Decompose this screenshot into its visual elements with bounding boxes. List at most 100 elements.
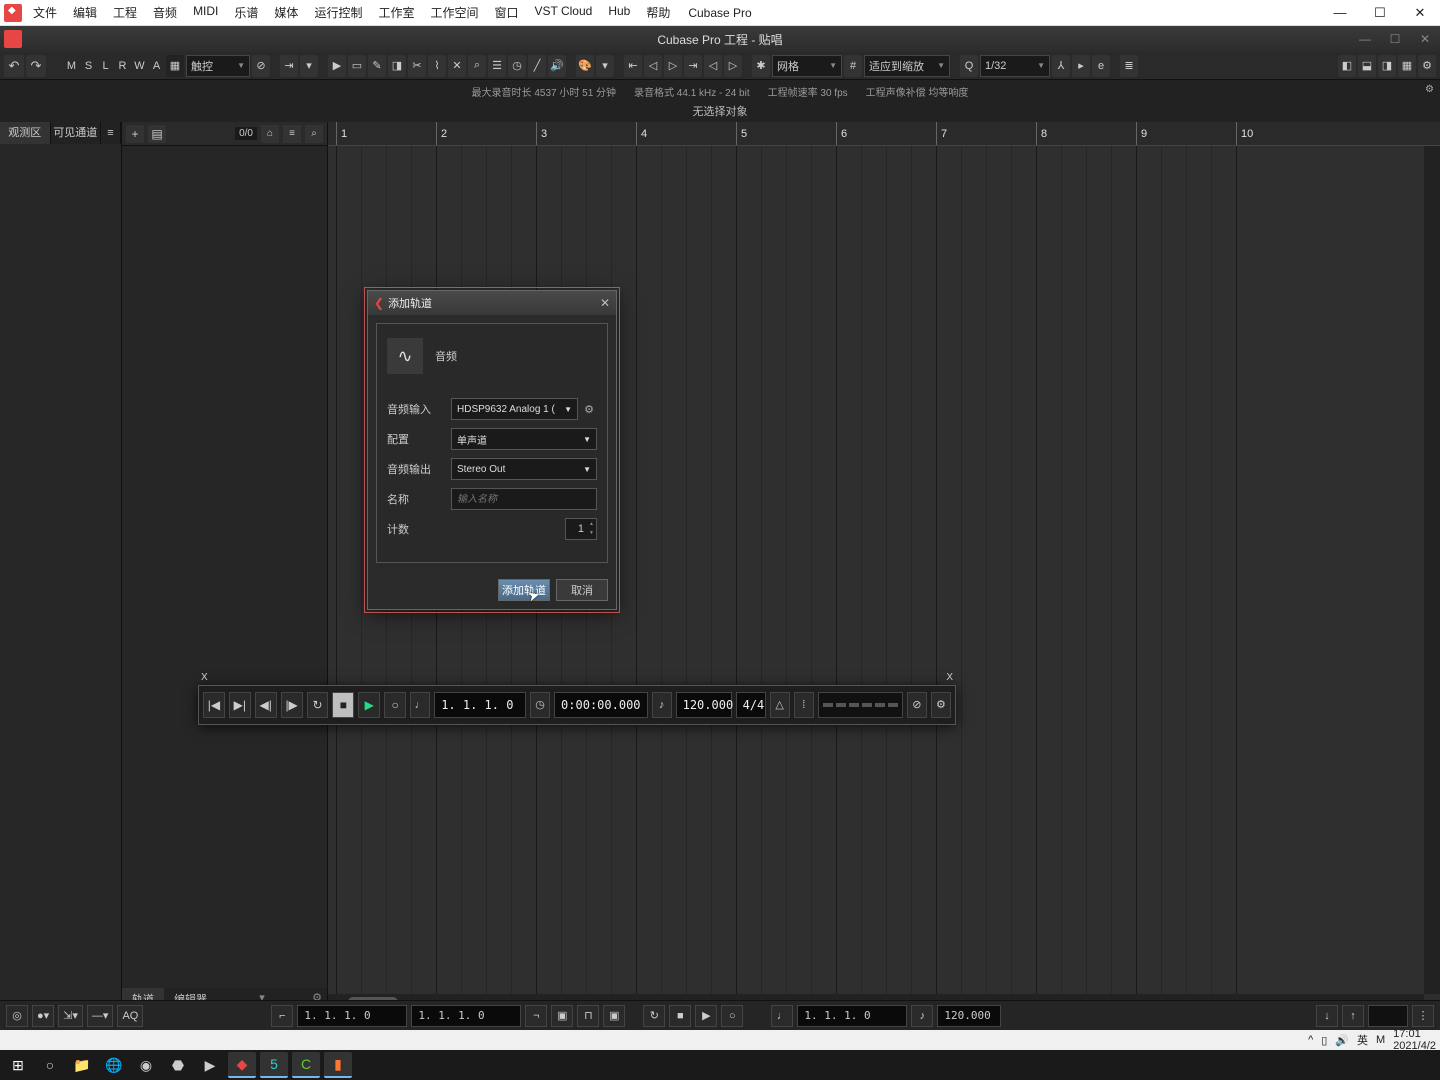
menu-media[interactable]: 媒体 (267, 0, 305, 25)
menu-edit[interactable]: 编辑 (66, 0, 104, 25)
count-spinner[interactable]: 1 (565, 518, 597, 540)
lower-zone-icon[interactable]: ⬓ (1358, 55, 1376, 77)
right-zone-icon[interactable]: ◨ (1378, 55, 1396, 77)
menu-project[interactable]: 工程 (106, 0, 144, 25)
range-tool-icon[interactable]: ▭ (348, 55, 366, 77)
menu-workspace[interactable]: 工作空间 (423, 0, 485, 25)
track-list-icon[interactable]: ≡ (283, 125, 301, 143)
snap-type-select[interactable]: 网格▼ (772, 55, 842, 77)
stop-button[interactable]: ■ (332, 692, 354, 718)
tab-inspector[interactable]: 观测区 (0, 122, 51, 144)
rewind-button[interactable]: |◀ (203, 692, 225, 718)
constrain-icon[interactable]: ◎ (6, 1005, 28, 1027)
tray-brand[interactable]: M (1376, 1034, 1385, 1046)
menu-midi[interactable]: MIDI (186, 0, 225, 25)
glue-tool-icon[interactable]: ⌇ (428, 55, 446, 77)
grid-adapt-select[interactable]: 适应到缩放▼ (864, 55, 950, 77)
precount-icon[interactable]: ⁞ (794, 692, 814, 718)
comp-tool-icon[interactable]: ☰ (488, 55, 506, 77)
bb-setup-icon[interactable]: ⋮ (1412, 1005, 1434, 1027)
record-mode-icon[interactable]: ●▾ (32, 1005, 54, 1027)
sub-maximize-button[interactable]: ☐ (1380, 32, 1410, 46)
minimize-button[interactable]: — (1320, 0, 1360, 26)
nudge-right-icon[interactable]: ⇥ (684, 55, 702, 77)
iterative-q-icon[interactable]: ⅄ (1052, 55, 1070, 77)
dialog-close-icon[interactable]: ✕ (600, 296, 610, 310)
tray-ime[interactable]: 英 (1357, 1032, 1368, 1048)
q-settings-icon[interactable]: e (1092, 55, 1110, 77)
layout-icon[interactable]: ▦ (1398, 55, 1416, 77)
appc-icon[interactable]: C (292, 1052, 320, 1078)
color-tool-icon[interactable]: 🎨 (576, 55, 594, 77)
config-select[interactable]: 单声道▼ (451, 428, 597, 450)
right-loc-flag-icon[interactable]: ¬ (525, 1005, 547, 1027)
auto-scroll-icon[interactable]: ⇥ (280, 55, 298, 77)
listen-button[interactable]: L (98, 56, 113, 76)
auto-suspend-button[interactable]: A (149, 56, 164, 76)
aq-button[interactable]: AQ (117, 1005, 143, 1027)
auto-scroll-menu-icon[interactable]: ▾ (300, 55, 318, 77)
click-icon[interactable]: △ (770, 692, 790, 718)
tempo-track-icon[interactable]: ♪ (652, 692, 672, 718)
step-fwd-button[interactable]: |▶ (281, 692, 303, 718)
obs-icon[interactable]: ⬣ (164, 1052, 192, 1078)
record-button[interactable]: ○ (384, 692, 406, 718)
menu-transport[interactable]: 运行控制 (307, 0, 369, 25)
timewarp-tool-icon[interactable]: ◷ (508, 55, 526, 77)
nudge-start-left-icon[interactable]: ◁ (644, 55, 662, 77)
left-loc-flag-icon[interactable]: ⌐ (271, 1005, 293, 1027)
track-agent-icon[interactable]: ⌂ (261, 125, 279, 143)
quantize-select[interactable]: 1/32▼ (980, 55, 1050, 77)
player-icon[interactable]: ▶ (196, 1052, 224, 1078)
color-menu-icon[interactable]: ▾ (596, 55, 614, 77)
write-auto-button[interactable]: W (132, 56, 147, 76)
bb-record-button[interactable]: ○ (721, 1005, 743, 1027)
format-toggle-1[interactable]: ♩ (410, 692, 430, 718)
midi-retro-icon[interactable]: ⇲▾ (58, 1005, 83, 1027)
q-panel-icon[interactable]: ▸ (1072, 55, 1090, 77)
left-zone-icon[interactable]: ◧ (1338, 55, 1356, 77)
transport-panel[interactable]: X X |◀ ▶| ◀| |▶ ↻ ■ ▶ ○ ♩ 1. 1. 1. 0 ◷ 0… (198, 685, 956, 725)
position-time-display[interactable]: 0:00:00.000 (554, 692, 647, 718)
ruler[interactable]: 1 2 3 4 5 6 7 8 9 10 (328, 122, 1440, 146)
find-track-icon[interactable]: ⌕ (305, 125, 323, 143)
tray-screen-icon[interactable]: ▯ (1321, 1034, 1327, 1047)
sub-close-button[interactable]: ✕ (1410, 32, 1440, 46)
tray-up-icon[interactable]: ^ (1308, 1034, 1313, 1046)
transport-close-left[interactable]: X (201, 672, 208, 683)
nudge-start-right-icon[interactable]: ▷ (664, 55, 682, 77)
explorer-icon[interactable]: 📁 (68, 1052, 96, 1078)
chrome-icon[interactable]: ◉ (132, 1052, 160, 1078)
punch-out-icon[interactable]: ▣ (603, 1005, 625, 1027)
left-locator-display[interactable]: 1. 1. 1. 0 (297, 1005, 407, 1027)
edge-icon[interactable]: 🌐 (100, 1052, 128, 1078)
menu-studio[interactable]: 工作室 (371, 0, 421, 25)
position-bars-display[interactable]: 1. 1. 1. 0 (434, 692, 526, 718)
redo-button[interactable]: ↷ (26, 55, 46, 77)
zoom-tool-icon[interactable]: ⌕ (468, 55, 486, 77)
grid-type-icon[interactable]: # (844, 55, 862, 77)
read-auto-button[interactable]: R (115, 56, 130, 76)
cubase-task-icon[interactable]: ◆ (228, 1052, 256, 1078)
cycle-button[interactable]: ↻ (307, 692, 329, 718)
punch-link-icon[interactable]: ⊓ (577, 1005, 599, 1027)
play-button[interactable]: ▶ (358, 692, 380, 718)
erase-tool-icon[interactable]: ◨ (388, 55, 406, 77)
bb-cycle-button[interactable]: ↻ (643, 1005, 665, 1027)
mute-all-button[interactable]: M (64, 56, 79, 76)
info-setup-icon[interactable]: ⚙ (1425, 84, 1434, 95)
track-preset-icon[interactable]: ▤ (148, 125, 166, 143)
bb-format-icon[interactable]: ♩ (771, 1005, 793, 1027)
menu-file[interactable]: 文件 (26, 0, 64, 25)
snap-toggle-icon[interactable]: ✱ (752, 55, 770, 77)
bb-tempo-display[interactable]: 120.000 (937, 1005, 1001, 1027)
add-track-button[interactable]: + (126, 125, 144, 143)
add-track-confirm-button[interactable]: 添加轨道 (498, 579, 550, 601)
setup-toolbar-icon[interactable]: ⚙ (1418, 55, 1436, 77)
close-button[interactable]: ✕ (1400, 0, 1440, 26)
audio-input-gear-icon[interactable]: ⚙ (581, 403, 597, 416)
undo-button[interactable]: ↶ (4, 55, 24, 77)
menu-hub[interactable]: Hub (601, 0, 637, 25)
menu-vstcloud[interactable]: VST Cloud (528, 0, 600, 25)
maximize-button[interactable]: ☐ (1360, 0, 1400, 26)
